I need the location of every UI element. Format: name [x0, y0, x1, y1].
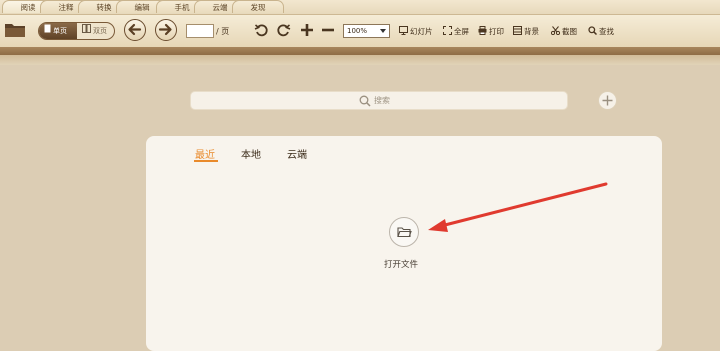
single-page-button[interactable]: 单页: [39, 23, 77, 39]
active-tab-indicator: [194, 160, 218, 162]
background-icon: [513, 26, 522, 35]
zoom-in-button[interactable]: [300, 23, 314, 39]
screenshot-label: 截图: [562, 27, 577, 36]
page-mode-toggle: 单页 双页: [38, 22, 115, 40]
page-number-input[interactable]: [186, 24, 214, 38]
arrow-right-icon: [158, 23, 172, 36]
search-icon: [588, 26, 598, 36]
rotate-right-icon: [277, 24, 291, 37]
open-file-label: 打开文件: [384, 260, 419, 270]
plus-icon: [301, 24, 313, 36]
toolbar-shadow-band: [0, 47, 720, 55]
chevron-down-icon: [380, 29, 386, 33]
zoom-select[interactable]: 100%: [343, 24, 390, 38]
arrow-left-icon: [128, 23, 142, 36]
tab-cloud-files[interactable]: 云端: [287, 146, 307, 161]
rotate-left-button[interactable]: [254, 23, 269, 40]
plus-icon: [602, 95, 613, 106]
search-bar[interactable]: 搜索: [190, 91, 568, 110]
background-button[interactable]: 背景: [513, 26, 539, 38]
file-panel: 最近 本地 云端 打开文件: [146, 136, 662, 351]
single-page-label: 单页: [53, 27, 67, 35]
open-folder-button[interactable]: [4, 21, 26, 39]
fullscreen-label: 全屏: [454, 27, 469, 36]
tab-recent[interactable]: 最近: [195, 146, 215, 161]
double-page-label: 双页: [93, 27, 107, 35]
slideshow-label: 幻灯片: [410, 27, 433, 36]
toolbar-bottom-band: [0, 55, 720, 65]
zoom-out-button[interactable]: [321, 23, 335, 39]
page-suffix: / 页: [216, 27, 230, 36]
find-button[interactable]: 查找: [588, 26, 614, 38]
background-label: 背景: [524, 27, 539, 36]
print-label: 打印: [489, 27, 504, 36]
print-button[interactable]: 打印: [478, 26, 504, 38]
fullscreen-button[interactable]: 全屏: [443, 26, 469, 38]
search-icon: [359, 95, 371, 109]
double-page-button[interactable]: 双页: [77, 23, 114, 39]
open-file-button[interactable]: [389, 217, 419, 247]
printer-icon: [478, 26, 487, 35]
add-button[interactable]: [598, 91, 617, 110]
search-input[interactable]: 搜索: [374, 95, 390, 106]
zoom-value: 100%: [347, 27, 368, 35]
next-page-button[interactable]: [155, 19, 177, 41]
tab-strip: 阅读 注释 转换 编辑 手机 云端 发现: [0, 0, 720, 14]
folder-icon: [5, 24, 25, 37]
toolbar: 单页 双页 / 页 100% 幻灯片 全屏 打印 背景 截图 查找: [0, 14, 720, 48]
double-page-icon: [82, 23, 91, 39]
tab-local[interactable]: 本地: [241, 146, 261, 161]
find-label: 查找: [599, 27, 614, 36]
minus-icon: [322, 28, 334, 32]
screenshot-button[interactable]: 截图: [550, 26, 577, 38]
rotate-right-button[interactable]: [276, 23, 291, 40]
single-page-icon: [44, 23, 51, 39]
tab-discover[interactable]: 发现: [232, 0, 284, 13]
folder-open-icon: [397, 227, 412, 238]
slideshow-button[interactable]: 幻灯片: [399, 26, 433, 38]
scissors-icon: [550, 26, 561, 36]
fullscreen-icon: [443, 26, 452, 35]
rotate-left-icon: [254, 24, 268, 37]
slideshow-icon: [399, 26, 408, 35]
prev-page-button[interactable]: [124, 19, 146, 41]
